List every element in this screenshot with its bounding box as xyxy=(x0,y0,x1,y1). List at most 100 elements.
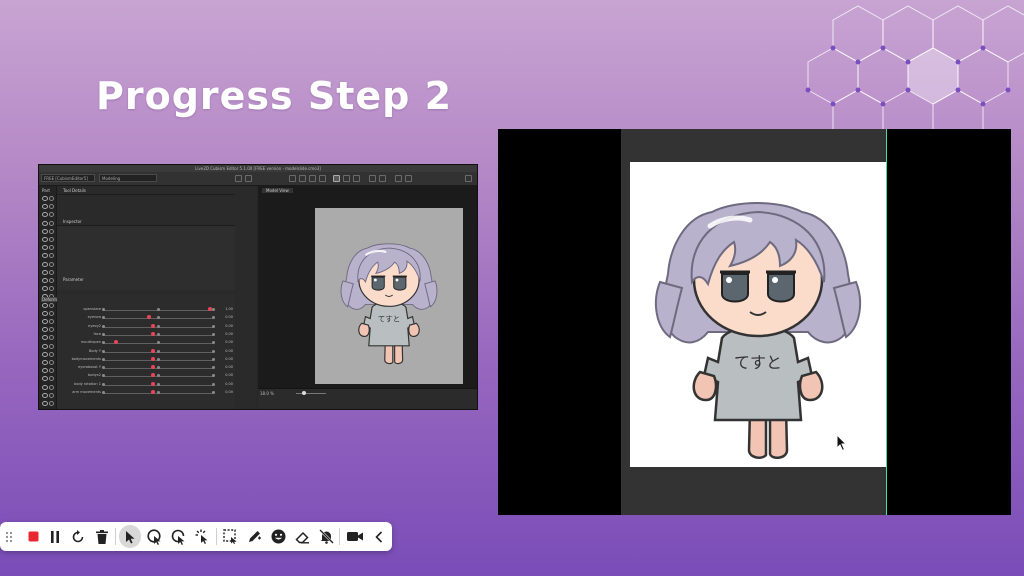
keyform-dot[interactable] xyxy=(102,349,105,353)
visibility-eye-icon[interactable] xyxy=(42,269,48,275)
visibility-eye-icon[interactable] xyxy=(42,220,48,226)
visibility-eye-icon[interactable] xyxy=(42,245,48,251)
visibility-eye-icon[interactable] xyxy=(42,376,48,382)
keyform-dot[interactable] xyxy=(212,316,215,320)
keyform-dot[interactable] xyxy=(102,324,105,328)
parameter-knob[interactable] xyxy=(150,381,155,386)
visibility-eye-icon[interactable] xyxy=(42,343,48,349)
visibility-eye-icon[interactable] xyxy=(42,351,48,357)
click-highlight-icon[interactable] xyxy=(144,522,166,551)
parameter-knob[interactable] xyxy=(150,331,155,336)
tab-parameter[interactable]: Parameter xyxy=(63,277,84,282)
editor-tool[interactable] xyxy=(353,175,360,182)
zoom-slider[interactable] xyxy=(296,393,326,394)
keyform-dot[interactable] xyxy=(102,332,105,336)
parameter-knob[interactable] xyxy=(150,373,155,378)
visibility-eye-icon[interactable] xyxy=(42,335,48,341)
editor-tool[interactable] xyxy=(343,175,350,182)
visibility-eye-icon[interactable] xyxy=(42,278,48,283)
tab-inspector[interactable]: Inspector xyxy=(63,219,82,224)
delete-icon[interactable] xyxy=(91,522,113,551)
lock-dot-icon[interactable] xyxy=(49,401,54,406)
lock-dot-icon[interactable] xyxy=(49,212,54,218)
keyform-dot[interactable] xyxy=(212,382,215,386)
visibility-eye-icon[interactable] xyxy=(42,204,48,210)
editor-tool[interactable] xyxy=(245,175,252,182)
visibility-eye-icon[interactable] xyxy=(42,310,48,316)
keyform-dot[interactable] xyxy=(157,382,160,386)
lock-dot-icon[interactable] xyxy=(49,228,54,234)
lock-dot-icon[interactable] xyxy=(49,368,54,374)
model-canvas[interactable]: てすと xyxy=(315,208,463,384)
visibility-eye-icon[interactable] xyxy=(42,319,48,324)
lock-dot-icon[interactable] xyxy=(49,319,54,324)
laser-pointer-icon[interactable] xyxy=(192,522,214,551)
model-view-tab[interactable]: Model View xyxy=(262,188,293,193)
visibility-eye-icon[interactable] xyxy=(42,327,48,333)
editor-tool[interactable] xyxy=(309,175,316,182)
pen-icon[interactable] xyxy=(243,522,265,551)
eraser-icon[interactable] xyxy=(291,522,313,551)
editor-tool[interactable] xyxy=(289,175,296,182)
tab-part[interactable]: Part xyxy=(42,188,50,193)
keyform-dot[interactable] xyxy=(102,391,105,394)
mode-select[interactable]: Modeling xyxy=(99,174,157,182)
lock-dot-icon[interactable] xyxy=(49,335,54,341)
spotlight-icon[interactable] xyxy=(168,522,190,551)
lock-dot-icon[interactable] xyxy=(49,245,54,251)
editor-tool[interactable] xyxy=(405,175,412,182)
parameter-knob[interactable] xyxy=(150,356,155,361)
editor-tool[interactable] xyxy=(379,175,386,182)
editor-tool[interactable] xyxy=(369,175,376,182)
lock-dot-icon[interactable] xyxy=(49,302,54,308)
visibility-eye-icon[interactable] xyxy=(42,384,48,390)
visibility-eye-icon[interactable] xyxy=(42,401,48,406)
stop-record-icon[interactable] xyxy=(22,522,44,551)
zoom-slider-knob[interactable] xyxy=(302,391,306,395)
keyform-dot[interactable] xyxy=(102,382,105,386)
lock-dot-icon[interactable] xyxy=(49,204,54,210)
editor-tool-active[interactable] xyxy=(333,175,340,182)
visibility-eye-icon[interactable] xyxy=(42,212,48,218)
keyform-dot[interactable] xyxy=(212,308,215,311)
select-area-icon[interactable] xyxy=(219,522,241,551)
visibility-eye-icon[interactable] xyxy=(42,237,48,242)
emoji-icon[interactable] xyxy=(267,522,289,551)
lock-dot-icon[interactable] xyxy=(49,351,54,357)
visibility-eye-icon[interactable] xyxy=(42,228,48,234)
keyform-dot[interactable] xyxy=(212,357,215,361)
pointer-icon[interactable] xyxy=(119,525,141,548)
keyform-dot[interactable] xyxy=(157,332,160,336)
keyform-dot[interactable] xyxy=(212,391,215,394)
lock-dot-icon[interactable] xyxy=(49,261,54,267)
visibility-eye-icon[interactable] xyxy=(42,253,48,259)
lock-dot-icon[interactable] xyxy=(49,310,54,316)
visibility-eye-icon[interactable] xyxy=(42,261,48,267)
keyform-dot[interactable] xyxy=(212,324,215,328)
lock-dot-icon[interactable] xyxy=(49,286,54,292)
keyform-dot[interactable] xyxy=(212,374,215,378)
keyform-dot[interactable] xyxy=(157,308,160,311)
model-select[interactable]: FREE [CubismEditor5] xyxy=(41,174,95,182)
parameter-knob[interactable] xyxy=(150,323,155,328)
lock-dot-icon[interactable] xyxy=(49,278,54,283)
parameter-knob[interactable] xyxy=(150,390,155,394)
preview-canvas[interactable]: てすと xyxy=(630,162,886,467)
lock-dot-icon[interactable] xyxy=(49,253,54,259)
lock-dot-icon[interactable] xyxy=(49,384,54,390)
parameter-knob[interactable] xyxy=(207,307,212,311)
lock-dot-icon[interactable] xyxy=(49,196,54,201)
visibility-eye-icon[interactable] xyxy=(42,392,48,398)
visibility-eye-icon[interactable] xyxy=(42,360,48,365)
restart-icon[interactable] xyxy=(67,522,89,551)
keyform-dot[interactable] xyxy=(157,391,160,394)
keyform-dot[interactable] xyxy=(102,357,105,361)
lock-dot-icon[interactable] xyxy=(49,376,54,382)
keyform-dot[interactable] xyxy=(212,349,215,353)
visibility-eye-icon[interactable] xyxy=(42,368,48,374)
keyform-dot[interactable] xyxy=(212,341,215,345)
collapse-icon[interactable] xyxy=(368,522,390,551)
keyform-dot[interactable] xyxy=(212,366,215,370)
keyform-dot[interactable] xyxy=(157,349,160,353)
lock-dot-icon[interactable] xyxy=(49,237,54,242)
